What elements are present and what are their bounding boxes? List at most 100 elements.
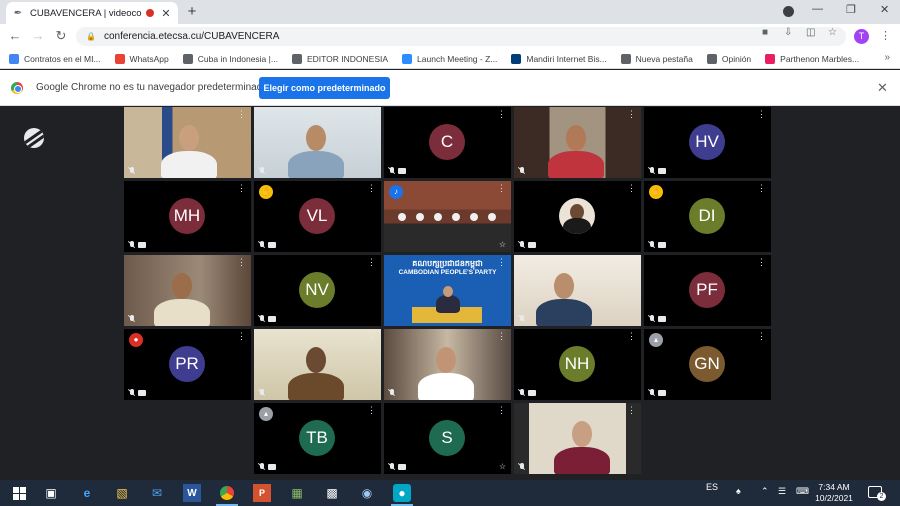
tile-menu-icon[interactable]: ⋮ xyxy=(757,332,766,341)
participant-tile[interactable]: ⋮ xyxy=(514,181,641,252)
participant-tile[interactable]: TB ▴ ⋮ xyxy=(254,403,381,474)
forward-button[interactable]: → xyxy=(31,29,45,43)
chrome-taskbar-icon[interactable] xyxy=(218,484,236,502)
participant-tile[interactable]: ⋮ xyxy=(124,255,251,326)
more-bookmarks-icon[interactable]: » xyxy=(884,52,890,63)
tile-menu-icon[interactable]: ⋮ xyxy=(497,406,506,415)
tile-menu-icon[interactable]: ⋮ xyxy=(367,184,376,193)
minimize-button[interactable]: — xyxy=(812,3,823,15)
participant-tile[interactable]: HV ⋮ xyxy=(644,107,771,178)
new-tab-button[interactable]: + xyxy=(184,3,200,20)
bookmark-item[interactable]: Parthenon Marbles... xyxy=(765,53,859,64)
bookmark-item[interactable]: EDITOR INDONESIA xyxy=(291,53,388,64)
participant-tile[interactable]: VL ✋ ⋮ xyxy=(254,181,381,252)
back-button[interactable]: ← xyxy=(8,29,22,43)
tile-menu-icon[interactable]: ⋮ xyxy=(627,184,636,193)
tile-menu-icon[interactable]: ⋮ xyxy=(367,332,376,341)
participant-tile[interactable]: ⋮ xyxy=(514,403,641,474)
participant-tile[interactable]: ⋮ xyxy=(254,329,381,400)
system-clock[interactable]: 7:34 AM 10/2/2021 xyxy=(814,482,854,504)
store-icon[interactable]: ▩ xyxy=(323,484,341,502)
participant-tile[interactable]: MH ⋮ xyxy=(124,181,251,252)
tile-menu-icon[interactable]: ⋮ xyxy=(497,258,506,267)
tile-menu-icon[interactable]: ⋮ xyxy=(627,406,636,415)
keyboard-icon[interactable]: ⌨ xyxy=(796,486,809,497)
participant-tile[interactable]: PF ⋮ xyxy=(644,255,771,326)
mail-icon[interactable]: ✉ xyxy=(148,484,166,502)
wifi-icon[interactable]: ☰ xyxy=(778,486,786,497)
pin-icon[interactable]: ☆ xyxy=(499,462,506,471)
bookmark-star-icon[interactable]: ☆ xyxy=(828,27,837,38)
participant-tile[interactable]: ♪ ⋮ ☆ xyxy=(384,181,511,252)
participant-tile[interactable]: ⋮ xyxy=(514,107,641,178)
lock-icon[interactable]: 🔒 xyxy=(86,32,96,41)
set-default-button[interactable]: Elegir como predeterminado xyxy=(259,77,390,99)
meeting-app-icon[interactable]: ● xyxy=(393,484,411,502)
powerpoint-icon[interactable]: P xyxy=(253,484,271,502)
bookmark-item[interactable]: Mandiri Internet Bis... xyxy=(511,53,607,64)
camera-icon[interactable]: ■ xyxy=(762,27,768,38)
participant-tile[interactable]: PR ● ⋮ xyxy=(124,329,251,400)
participant-tile[interactable]: ⋮ xyxy=(254,107,381,178)
chrome-menu-icon[interactable]: ⋮ xyxy=(880,29,891,42)
profile-avatar[interactable]: T xyxy=(854,29,869,44)
tile-menu-icon[interactable]: ⋮ xyxy=(367,406,376,415)
file-explorer-icon[interactable]: ▧ xyxy=(113,484,131,502)
calculator-icon[interactable]: ▦ xyxy=(288,484,306,502)
show-hidden-icons[interactable]: ⌃ xyxy=(761,486,769,497)
tile-menu-icon[interactable]: ⋮ xyxy=(627,110,636,119)
edge-icon[interactable]: e xyxy=(78,484,96,502)
restore-button[interactable]: ❐ xyxy=(846,3,856,16)
bookmark-item[interactable]: Nueva pestaña xyxy=(620,53,693,64)
tile-menu-icon[interactable]: ⋮ xyxy=(757,184,766,193)
bookmark-item[interactable]: WhatsApp xyxy=(114,53,169,64)
participant-tile[interactable]: ⋮ xyxy=(124,107,251,178)
bookmark-item[interactable]: Cuba in Indonesia |... xyxy=(182,53,278,64)
attendee-shape xyxy=(470,213,478,221)
participant-video xyxy=(254,329,381,400)
language-indicator[interactable]: ES xyxy=(706,482,718,492)
bookmark-item[interactable]: Contratos en el MI... xyxy=(9,53,101,64)
tile-menu-icon[interactable]: ⋮ xyxy=(237,184,246,193)
tab-cubavencera[interactable]: ✒ CUBAVENCERA | videoconfe ✕ xyxy=(6,2,178,24)
tile-menu-icon[interactable]: ⋮ xyxy=(757,110,766,119)
clock-date: 10/2/2021 xyxy=(815,493,853,503)
word-icon[interactable]: W xyxy=(183,484,201,502)
tile-menu-icon[interactable]: ⋮ xyxy=(237,332,246,341)
participant-tile[interactable]: ⋮ xyxy=(384,329,511,400)
close-tab-icon[interactable]: ✕ xyxy=(160,7,172,20)
tile-menu-icon[interactable]: ⋮ xyxy=(237,258,246,267)
participant-tile[interactable]: គណបក្សប្រជាជនកម្ពុជា CAMBODIAN PEOPLE'S P… xyxy=(384,255,511,326)
camera-app-icon[interactable]: ◉ xyxy=(358,484,376,502)
install-icon[interactable]: ⇩ xyxy=(784,27,792,38)
tile-menu-icon[interactable]: ⋮ xyxy=(627,332,636,341)
participant-tile[interactable]: NH ⋮ xyxy=(514,329,641,400)
translate-icon[interactable]: ◫ xyxy=(806,27,815,38)
camera-off-icon xyxy=(658,390,666,396)
close-infobar-icon[interactable]: ✕ xyxy=(877,80,888,96)
task-view-icon[interactable]: ▣ xyxy=(42,484,60,502)
participant-tile[interactable]: NV ⋮ xyxy=(254,255,381,326)
bookmark-item[interactable]: Opinión xyxy=(706,53,751,64)
tile-menu-icon[interactable]: ⋮ xyxy=(497,110,506,119)
participant-tile[interactable]: S ⋮ ☆ xyxy=(384,403,511,474)
reload-button[interactable]: ↻ xyxy=(54,29,68,43)
participant-tile[interactable]: GN ▴ ⋮ xyxy=(644,329,771,400)
participant-tile[interactable]: ⋮ xyxy=(514,255,641,326)
participant-tile[interactable]: DI ✋ ⋮ xyxy=(644,181,771,252)
start-button[interactable] xyxy=(10,484,28,502)
tile-menu-icon[interactable]: ⋮ xyxy=(497,332,506,341)
tile-menu-icon[interactable]: ⋮ xyxy=(497,184,506,193)
tile-menu-icon[interactable]: ⋮ xyxy=(367,258,376,267)
bookmark-item[interactable]: Launch Meeting - Z... xyxy=(402,53,497,64)
participant-tile[interactable]: C ⋮ xyxy=(384,107,511,178)
people-icon[interactable]: ♠ xyxy=(736,486,741,496)
tile-menu-icon[interactable]: ⋮ xyxy=(237,110,246,119)
tile-menu-icon[interactable]: ⋮ xyxy=(757,258,766,267)
close-window-button[interactable]: ✕ xyxy=(880,3,889,16)
tile-menu-icon[interactable]: ⋮ xyxy=(627,258,636,267)
tile-menu-icon[interactable]: ⋮ xyxy=(367,110,376,119)
profile-indicator-icon[interactable] xyxy=(783,6,794,17)
address-bar[interactable]: 🔒 conferencia.etecsa.cu/CUBAVENCERA xyxy=(76,27,846,46)
pin-icon[interactable]: ☆ xyxy=(499,240,506,249)
